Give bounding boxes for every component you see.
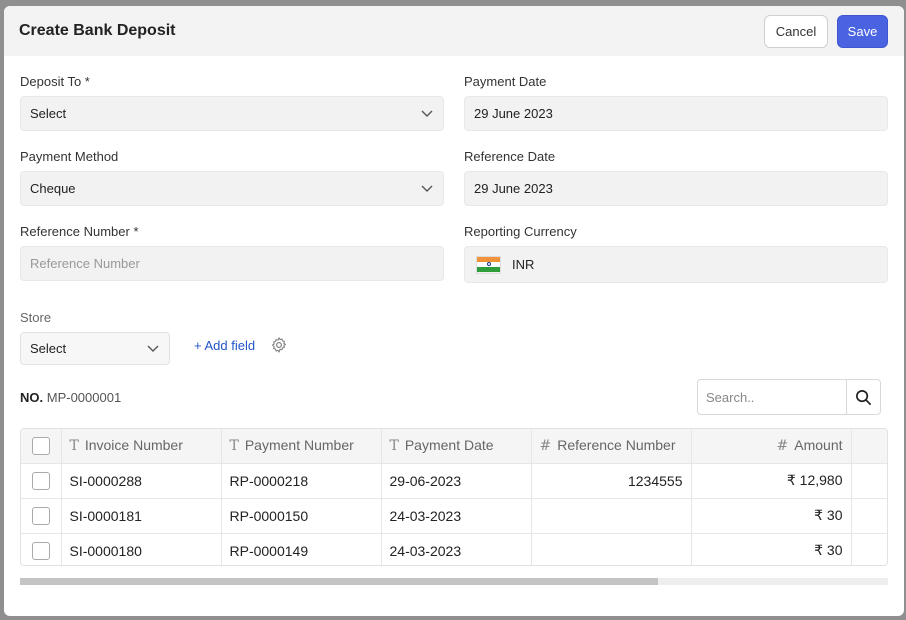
payment-date-label: Payment Date	[464, 74, 547, 89]
add-field-link[interactable]: + Add field	[194, 338, 255, 353]
column-header-invoice-number[interactable]: T Invoice Number	[61, 429, 222, 464]
reporting-currency-field: Reporting Currency INR	[464, 224, 888, 283]
chevron-down-icon	[421, 185, 433, 192]
scrollbar-thumb[interactable]	[20, 578, 658, 585]
reference-number-cell: 1234555	[531, 463, 692, 499]
invoice-number-cell: SI-0000180	[61, 533, 222, 565]
search-input[interactable]	[697, 379, 847, 415]
column-header-amount[interactable]: # Amount	[691, 429, 852, 464]
modal-header: Create Bank Deposit Cancel Save	[4, 6, 904, 56]
reference-number-input[interactable]: Reference Number	[20, 246, 444, 281]
deposit-to-field: Deposit To * Select	[20, 74, 444, 131]
gear-icon[interactable]	[270, 336, 288, 354]
column-header-extra	[851, 429, 887, 464]
payment-date-input[interactable]: 29 June 2023	[464, 96, 888, 131]
payment-date-cell: 29-06-2023	[381, 463, 532, 499]
save-button[interactable]: Save	[837, 14, 888, 48]
store-value: Select	[30, 341, 67, 356]
reference-number-field: Reference Number * Reference Number	[20, 224, 444, 281]
number-type-icon: #	[776, 438, 789, 455]
payment-number-cell: RP-0000150	[221, 498, 382, 534]
extra-cell	[851, 463, 887, 499]
store-select[interactable]: Select	[20, 332, 170, 365]
payment-method-value: Cheque	[30, 181, 76, 196]
store-label: Store	[20, 310, 52, 325]
table-header-row: T Invoice Number T Payment Number T Payment…	[21, 429, 887, 464]
payment-date-cell: 24-03-2023	[381, 533, 532, 565]
reporting-currency-label: Reporting Currency	[464, 224, 577, 239]
search-button[interactable]	[847, 379, 881, 415]
deposit-to-label: Deposit To *	[20, 74, 90, 89]
search-icon	[856, 389, 871, 405]
horizontal-scrollbar[interactable]	[20, 578, 888, 585]
store-field: Store Select	[20, 310, 170, 365]
reference-number-placeholder: Reference Number	[30, 256, 140, 271]
reference-date-input[interactable]: 29 June 2023	[464, 171, 888, 206]
table-row[interactable]: SI-0000181 RP-0000150 24-03-2023 ₹ 30	[21, 498, 887, 534]
payment-method-field: Payment Method Cheque	[20, 149, 444, 206]
reference-date-label: Reference Date	[464, 149, 556, 164]
row-checkbox[interactable]	[31, 506, 50, 525]
chevron-down-icon	[421, 110, 433, 117]
number-type-icon: #	[539, 438, 552, 455]
extra-cell	[851, 533, 887, 565]
reference-date-value: 29 June 2023	[474, 181, 553, 196]
text-type-icon: T	[389, 438, 399, 455]
cancel-button[interactable]: Cancel	[764, 14, 828, 48]
reference-number-cell	[531, 533, 692, 565]
india-flag-icon	[477, 256, 500, 273]
amount-cell: ₹ 30	[691, 498, 852, 534]
amount-cell: ₹ 30	[691, 533, 852, 565]
row-checkbox[interactable]	[31, 471, 50, 490]
payment-method-select[interactable]: Cheque	[20, 171, 444, 206]
payment-date-value: 29 June 2023	[474, 106, 553, 121]
deposit-to-value: Select	[30, 106, 67, 121]
invoice-number-cell: SI-0000181	[61, 498, 222, 534]
modal-title: Create Bank Deposit	[19, 22, 176, 39]
payment-date-field: Payment Date 29 June 2023	[464, 74, 888, 131]
column-header-reference-number[interactable]: # Reference Number	[531, 429, 692, 464]
row-checkbox[interactable]	[31, 541, 50, 560]
column-header-payment-number[interactable]: T Payment Number	[221, 429, 382, 464]
select-all-cell	[21, 429, 62, 464]
reference-number-cell	[531, 498, 692, 534]
add-field-label: + Add field	[194, 338, 256, 353]
column-header-payment-date[interactable]: T Payment Date	[381, 429, 532, 464]
amount-cell: ₹ 12,980	[691, 463, 852, 499]
extra-cell	[851, 498, 887, 534]
search-bar	[697, 379, 881, 415]
create-bank-deposit-modal: Create Bank Deposit Cancel Save Deposit …	[4, 6, 904, 616]
chevron-down-icon	[147, 345, 159, 352]
reporting-currency-display: INR	[464, 246, 888, 283]
reference-date-field: Reference Date 29 June 2023	[464, 149, 888, 206]
document-number-value: MP-0000001	[46, 390, 122, 405]
payment-date-cell: 24-03-2023	[381, 498, 532, 534]
document-number: NO. MP-0000001	[20, 390, 121, 405]
text-type-icon: T	[69, 438, 79, 455]
payment-number-cell: RP-0000218	[221, 463, 382, 499]
deposit-to-select[interactable]: Select	[20, 96, 444, 131]
payment-number-cell: RP-0000149	[221, 533, 382, 565]
payment-method-label: Payment Method	[20, 149, 119, 164]
text-type-icon: T	[229, 438, 239, 455]
table-row[interactable]: SI-0000288 RP-0000218 29-06-2023 1234555…	[21, 463, 887, 499]
document-number-label: NO.	[20, 390, 44, 405]
payments-table: T Invoice Number T Payment Number T Payment…	[20, 428, 888, 566]
invoice-number-cell: SI-0000288	[61, 463, 222, 499]
table-row[interactable]: SI-0000180 RP-0000149 24-03-2023 ₹ 30	[21, 533, 887, 565]
reference-number-label: Reference Number *	[20, 224, 139, 239]
select-all-checkbox[interactable]	[31, 436, 50, 455]
reporting-currency-value: INR	[512, 257, 535, 272]
